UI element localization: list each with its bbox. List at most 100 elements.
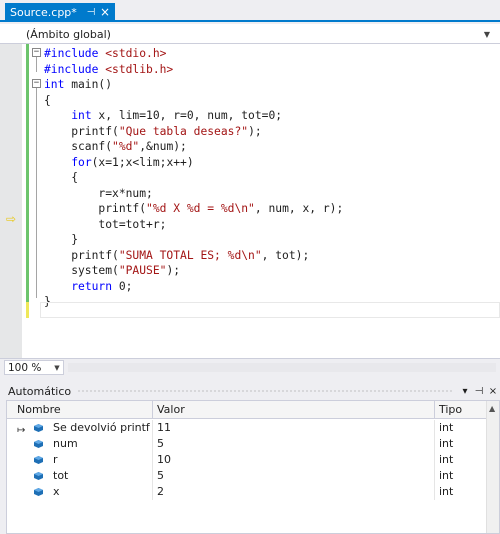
code-token: , num, x, r); bbox=[254, 202, 344, 215]
indicator-margin[interactable] bbox=[0, 44, 22, 358]
code-line: for(x=1;x<lim;x++) bbox=[44, 155, 500, 171]
grid-row[interactable]: r 10 int bbox=[7, 452, 499, 468]
grid-row[interactable]: tot 5 int bbox=[7, 468, 499, 484]
cell-value[interactable]: 5 bbox=[153, 468, 435, 484]
autos-grid: Nombre Valor Tipo ↦ Se devolvió printf 11 i… bbox=[6, 400, 500, 534]
column-header-type[interactable]: Tipo bbox=[435, 401, 487, 419]
grid-row[interactable]: num 5 int bbox=[7, 436, 499, 452]
code-line: return 0; bbox=[44, 279, 500, 295]
code-editor[interactable]: ⇨ #include <stdio.h> #include <stdlib.h> i… bbox=[0, 44, 500, 358]
panel-menu-button[interactable]: ▾ bbox=[458, 386, 472, 397]
cell-name: num bbox=[7, 436, 153, 452]
chevron-down-icon: ▼ bbox=[483, 29, 491, 39]
code-token: ,&num); bbox=[139, 140, 187, 153]
code-token: "PAUSE" bbox=[118, 264, 167, 277]
panel-title: Automático bbox=[8, 384, 72, 398]
cell-value[interactable]: 5 bbox=[153, 436, 435, 452]
code-line: system("PAUSE"); bbox=[44, 263, 500, 279]
code-token: printf( bbox=[44, 248, 119, 262]
code-token: ); bbox=[248, 124, 262, 138]
close-tab-button[interactable]: × bbox=[98, 3, 112, 22]
code-token: "%d" bbox=[112, 140, 140, 153]
code-token: scanf( bbox=[44, 140, 113, 153]
code-token: { bbox=[44, 93, 51, 107]
code-token: "SUMA TOTAL ES; %d\n" bbox=[118, 248, 262, 262]
horizontal-scrollbar[interactable] bbox=[68, 363, 496, 372]
grid-row[interactable]: x 2 int bbox=[7, 484, 499, 500]
zoom-dropdown[interactable]: 100 % ▼ bbox=[4, 360, 64, 375]
code-token: printf( bbox=[44, 202, 147, 215]
code-token: (x=1;x<lim;x++) bbox=[91, 155, 194, 169]
unsaved-change-bar bbox=[26, 302, 29, 318]
cell-value[interactable]: 2 bbox=[153, 484, 435, 500]
code-token: 0; bbox=[112, 279, 133, 293]
code-line: { bbox=[44, 93, 500, 109]
variable-name: num bbox=[53, 437, 78, 450]
code-line: int main() bbox=[44, 77, 500, 93]
drag-grip[interactable] bbox=[77, 388, 452, 394]
variable-icon bbox=[34, 456, 43, 464]
variable-name: r bbox=[53, 453, 58, 466]
panel-pin-button[interactable]: ⊣ bbox=[472, 386, 486, 397]
cell-type: int bbox=[439, 469, 454, 482]
grid-header: Nombre Valor Tipo bbox=[7, 401, 499, 419]
vertical-scrollbar[interactable]: ▲ bbox=[486, 401, 499, 533]
code-line: { bbox=[44, 170, 500, 186]
code-line: tot=tot+r; bbox=[44, 217, 500, 233]
code-token: tot=tot+r; bbox=[44, 217, 167, 231]
variable-icon bbox=[34, 440, 43, 448]
cell-name: ↦ Se devolvió printf bbox=[7, 420, 153, 436]
editor-status-bar: 100 % ▼ bbox=[0, 358, 500, 375]
cell-type: int bbox=[439, 437, 454, 450]
change-tracking-bar bbox=[26, 44, 29, 318]
code-token: system( bbox=[44, 264, 119, 277]
pin-icon[interactable]: ⊣ bbox=[84, 3, 98, 22]
scroll-up-icon[interactable]: ▲ bbox=[489, 404, 495, 413]
scope-value: (Ámbito global) bbox=[26, 27, 111, 41]
code-token: <stdio.h> bbox=[105, 47, 167, 60]
code-token: #include bbox=[44, 47, 106, 60]
variable-name: tot bbox=[53, 469, 69, 482]
code-line: #include <stdlib.h> bbox=[44, 62, 500, 78]
code-token: "%d X %d = %d\n" bbox=[146, 202, 255, 215]
tab-source-cpp[interactable]: Source.cpp* ⊣ × bbox=[5, 3, 115, 22]
cell-name: tot bbox=[7, 468, 153, 484]
code-line: scanf("%d",&num); bbox=[44, 139, 500, 155]
variable-icon bbox=[34, 472, 43, 480]
panel-close-button[interactable]: × bbox=[486, 386, 500, 397]
code-line: printf("%d X %d = %d\n", num, x, r); bbox=[44, 201, 500, 217]
tab-title: Source.cpp* bbox=[10, 6, 77, 19]
collapse-include-icon[interactable]: − bbox=[32, 48, 41, 57]
cell-type: int bbox=[439, 485, 454, 498]
cell-name: r bbox=[7, 452, 153, 468]
code-token: "Que tabla deseas?" bbox=[118, 124, 249, 138]
code-token: #include bbox=[44, 62, 106, 76]
code-line: } bbox=[44, 232, 500, 248]
code-token: main() bbox=[64, 78, 113, 91]
cell-name: x bbox=[7, 484, 153, 500]
autos-panel-header: Automático ▾ ⊣ × bbox=[0, 382, 500, 400]
fold-guide bbox=[36, 56, 37, 72]
code-token: for bbox=[71, 155, 92, 169]
column-header-value[interactable]: Valor bbox=[153, 401, 435, 419]
code-token: printf( bbox=[44, 124, 119, 138]
scope-dropdown[interactable]: (Ámbito global) ▼ bbox=[26, 25, 494, 43]
code-line: printf("SUMA TOTAL ES; %d\n", tot); bbox=[44, 248, 500, 264]
code-token: <stdlib.h> bbox=[105, 62, 174, 76]
collapse-main-icon[interactable]: − bbox=[32, 79, 41, 88]
current-statement-arrow-icon: ⇨ bbox=[6, 212, 17, 226]
code-token: int bbox=[44, 78, 65, 91]
code-line: #include <stdio.h> bbox=[44, 46, 500, 62]
variable-icon bbox=[34, 488, 43, 496]
grid-row[interactable]: ↦ Se devolvió printf 11 int bbox=[7, 420, 499, 436]
column-header-name[interactable]: Nombre bbox=[7, 401, 153, 419]
fold-guide bbox=[36, 88, 37, 298]
cell-value[interactable]: 11 bbox=[153, 420, 435, 436]
cell-value[interactable]: 10 bbox=[153, 452, 435, 468]
code-token: ); bbox=[166, 264, 181, 277]
code-token: r=x*num; bbox=[44, 186, 153, 200]
code-token: return bbox=[71, 279, 113, 293]
